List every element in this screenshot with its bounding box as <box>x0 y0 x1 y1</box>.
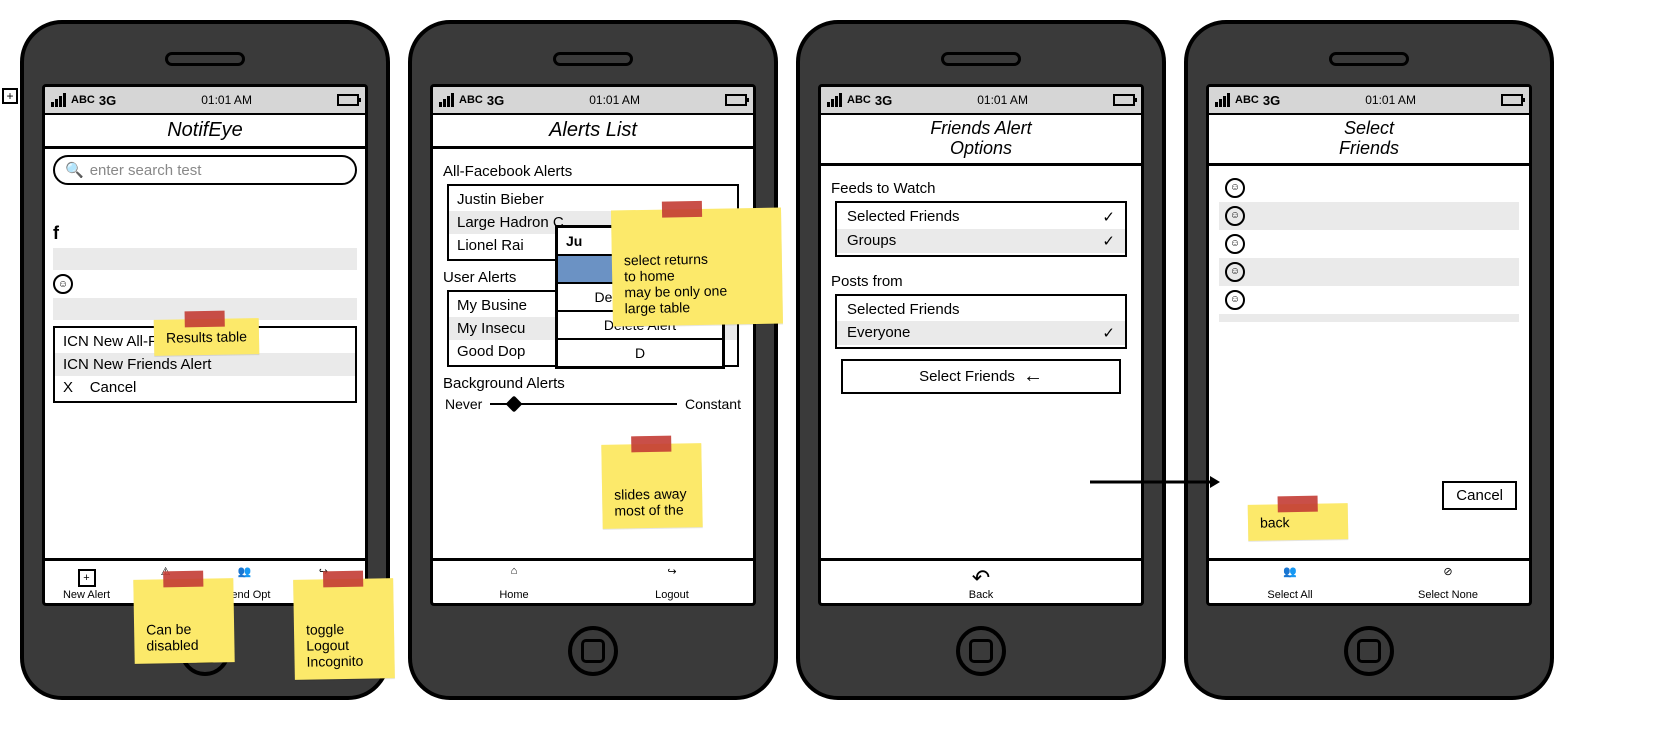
signal-bars-icon <box>51 93 67 107</box>
section-posts: Posts from <box>831 273 1133 290</box>
phone-mockup-4: ABC 3G 01:01 AM Select Friends ☺ ☺ ☺ ☺ ☺… <box>1184 20 1554 700</box>
back-arrow-icon: ↶ <box>972 565 990 587</box>
posts-selected-friends[interactable]: Selected Friends <box>837 298 1125 321</box>
logout-icon: ↪ <box>667 565 676 587</box>
smiley-icon: ☺ <box>1225 178 1245 198</box>
tab-bar: 👥 Select All ⊘ Select None <box>1209 558 1529 603</box>
connector-arrow <box>1090 472 1220 492</box>
home-button[interactable] <box>568 626 618 676</box>
tab-select-all[interactable]: 👥 Select All <box>1211 565 1369 601</box>
status-bar: ABC 3G 01:01 AM <box>433 87 753 115</box>
people-icon: 👥 <box>1283 565 1297 587</box>
sticky-back: back <box>1248 503 1349 541</box>
battery-icon <box>1113 94 1135 106</box>
tab-new-alert[interactable]: + New Alert <box>47 569 126 601</box>
tab-select-none[interactable]: ⊘ Select None <box>1369 565 1527 601</box>
forbidden-icon: ⊘ <box>1443 565 1452 587</box>
phone-mockup-3: ABC 3G 01:01 AM Friends Alert Options Fe… <box>796 20 1166 700</box>
page-title: Select Friends <box>1209 115 1529 166</box>
select-friends-button[interactable]: Select Friends ← <box>841 359 1121 394</box>
search-placeholder: enter search test <box>90 162 202 179</box>
slider-max-label: Constant <box>685 396 741 412</box>
feeds-list: Selected Friends ✓ Groups ✓ <box>835 201 1127 257</box>
carrier-label: ABC <box>71 94 95 106</box>
phone-speaker <box>553 52 633 66</box>
section-bg-alerts: Background Alerts <box>443 375 745 392</box>
phone-speaker <box>941 52 1021 66</box>
check-icon: ✓ <box>1102 208 1115 226</box>
slider-min-label: Never <box>445 396 482 412</box>
search-input[interactable]: 🔍 enter search test <box>53 155 357 185</box>
posts-everyone[interactable]: Everyone ✓ <box>837 321 1125 345</box>
expand-corner[interactable]: + <box>2 88 18 104</box>
home-button[interactable] <box>956 626 1006 676</box>
smiley-icon: ☺ <box>1225 234 1245 254</box>
signal-bars-icon <box>827 93 843 107</box>
sticky-select-returns: select returns to home may be only one l… <box>611 208 783 327</box>
battery-icon <box>725 94 747 106</box>
home-button[interactable] <box>1344 626 1394 676</box>
friend-row[interactable]: ☺ <box>1219 286 1519 314</box>
section-fb-alerts: All-Facebook Alerts <box>443 163 745 180</box>
battery-icon <box>1501 94 1523 106</box>
result-row-smiley[interactable]: ☺ <box>53 274 357 294</box>
popup-last[interactable]: D <box>558 340 722 366</box>
feed-selected-friends[interactable]: Selected Friends ✓ <box>837 205 1125 229</box>
tab-back[interactable]: ↶ Back <box>823 565 1139 601</box>
cancel-button[interactable]: Cancel <box>1442 481 1517 510</box>
signal-bars-icon <box>439 93 455 107</box>
sticky-results-table: Results table <box>154 318 260 356</box>
search-icon: 🔍 <box>65 161 84 179</box>
clock-label: 01:01 AM <box>201 93 252 107</box>
smiley-icon: ☺ <box>1225 290 1245 310</box>
posts-list: Selected Friends Everyone ✓ <box>835 294 1127 349</box>
sticky-slides-away: slides away most of the <box>601 443 702 529</box>
feed-groups[interactable]: Groups ✓ <box>837 229 1125 253</box>
page-title: NotifEye <box>45 115 365 149</box>
smiley-icon: ☺ <box>1225 262 1245 282</box>
status-bar: ABC 3G 01:01 AM <box>1209 87 1529 115</box>
phone-mockup-2: ABC 3G 01:01 AM Alerts List All-Facebook… <box>408 20 778 700</box>
tab-home[interactable]: ⌂ Home <box>435 565 593 601</box>
status-bar: ABC 3G 01:01 AM <box>821 87 1141 115</box>
battery-icon <box>337 94 359 106</box>
tab-logout[interactable]: ↪ Logout <box>593 565 751 601</box>
friend-row[interactable]: ☺ <box>1219 258 1519 286</box>
signal-bars-icon <box>1215 93 1231 107</box>
status-bar: ABC 3G 01:01 AM <box>45 87 365 115</box>
sticky-can-disable: Can be disabled <box>133 578 234 664</box>
bg-alerts-slider[interactable] <box>490 403 677 405</box>
home-icon: ⌂ <box>511 565 518 587</box>
page-title: Alerts List <box>433 115 753 149</box>
phone-speaker <box>165 52 245 66</box>
tab-bar: ↶ Back <box>821 558 1141 603</box>
facebook-icon: f <box>53 223 59 244</box>
people-icon: 👥 <box>238 565 252 587</box>
smiley-icon: ☺ <box>1225 206 1245 226</box>
plus-icon: + <box>78 569 96 587</box>
check-icon: ✓ <box>1102 232 1115 250</box>
friend-row[interactable]: ☺ <box>1219 230 1519 258</box>
tab-bar: ⌂ Home ↪ Logout <box>433 558 753 603</box>
network-label: 3G <box>99 93 116 108</box>
smiley-icon: ☺ <box>53 274 73 294</box>
check-icon: ✓ <box>1102 324 1115 342</box>
phone-speaker <box>1329 52 1409 66</box>
friend-row[interactable]: ☺ <box>1219 174 1519 202</box>
menu-cancel[interactable]: X Cancel <box>55 376 355 399</box>
page-title: Friends Alert Options <box>821 115 1141 166</box>
result-row-facebook[interactable]: f <box>53 223 357 244</box>
friend-row[interactable] <box>1219 314 1519 322</box>
sticky-toggle-logout: toggle Logout Incognito <box>293 578 395 680</box>
result-row[interactable] <box>53 248 357 270</box>
phone-mockup-1: ABC 3G 01:01 AM NotifEye 🔍 enter search … <box>20 20 390 700</box>
friend-row[interactable]: ☺ <box>1219 202 1519 230</box>
section-feeds: Feeds to Watch <box>831 180 1133 197</box>
arrow-left-icon: ← <box>1023 365 1043 388</box>
menu-new-friends[interactable]: ICN New Friends Alert <box>55 353 355 376</box>
